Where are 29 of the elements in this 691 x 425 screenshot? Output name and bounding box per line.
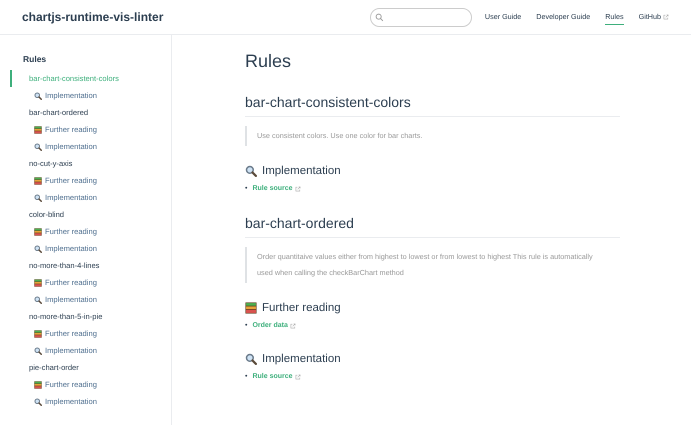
- rule-heading: bar-chart-consistent-colors: [245, 93, 620, 117]
- site-title[interactable]: chartjs-runtime-vis-linter: [22, 10, 164, 24]
- rule-heading: bar-chart-ordered: [245, 214, 620, 238]
- books-icon: [34, 330, 42, 338]
- books-icon: [34, 126, 42, 134]
- external-link-icon: [290, 323, 296, 329]
- section-heading: Implementation: [262, 164, 341, 179]
- search-field[interactable]: [370, 8, 472, 26]
- magnifier-icon: [245, 165, 257, 177]
- magnifier-icon: [34, 296, 42, 304]
- books-icon: [34, 228, 42, 236]
- magnifier-icon: [34, 194, 42, 202]
- external-link-icon: [294, 186, 301, 192]
- section-heading: Further reading: [262, 301, 341, 316]
- magnifier-icon: [245, 353, 257, 365]
- sidebar-title: Rules: [22, 53, 46, 66]
- magnifier-icon: [34, 92, 42, 100]
- books-icon: [34, 380, 42, 388]
- external-link-icon: [294, 374, 301, 380]
- magnifier-icon: [34, 142, 42, 150]
- search-icon: [374, 12, 384, 22]
- page-title: Rules: [245, 50, 292, 73]
- magnifier-icon: [34, 346, 42, 354]
- books-icon: [34, 278, 42, 286]
- section-heading: Implementation: [262, 352, 341, 367]
- books-icon: [245, 302, 257, 314]
- magnifier-icon: [34, 398, 42, 406]
- books-icon: [34, 176, 42, 184]
- magnifier-icon: [34, 244, 42, 252]
